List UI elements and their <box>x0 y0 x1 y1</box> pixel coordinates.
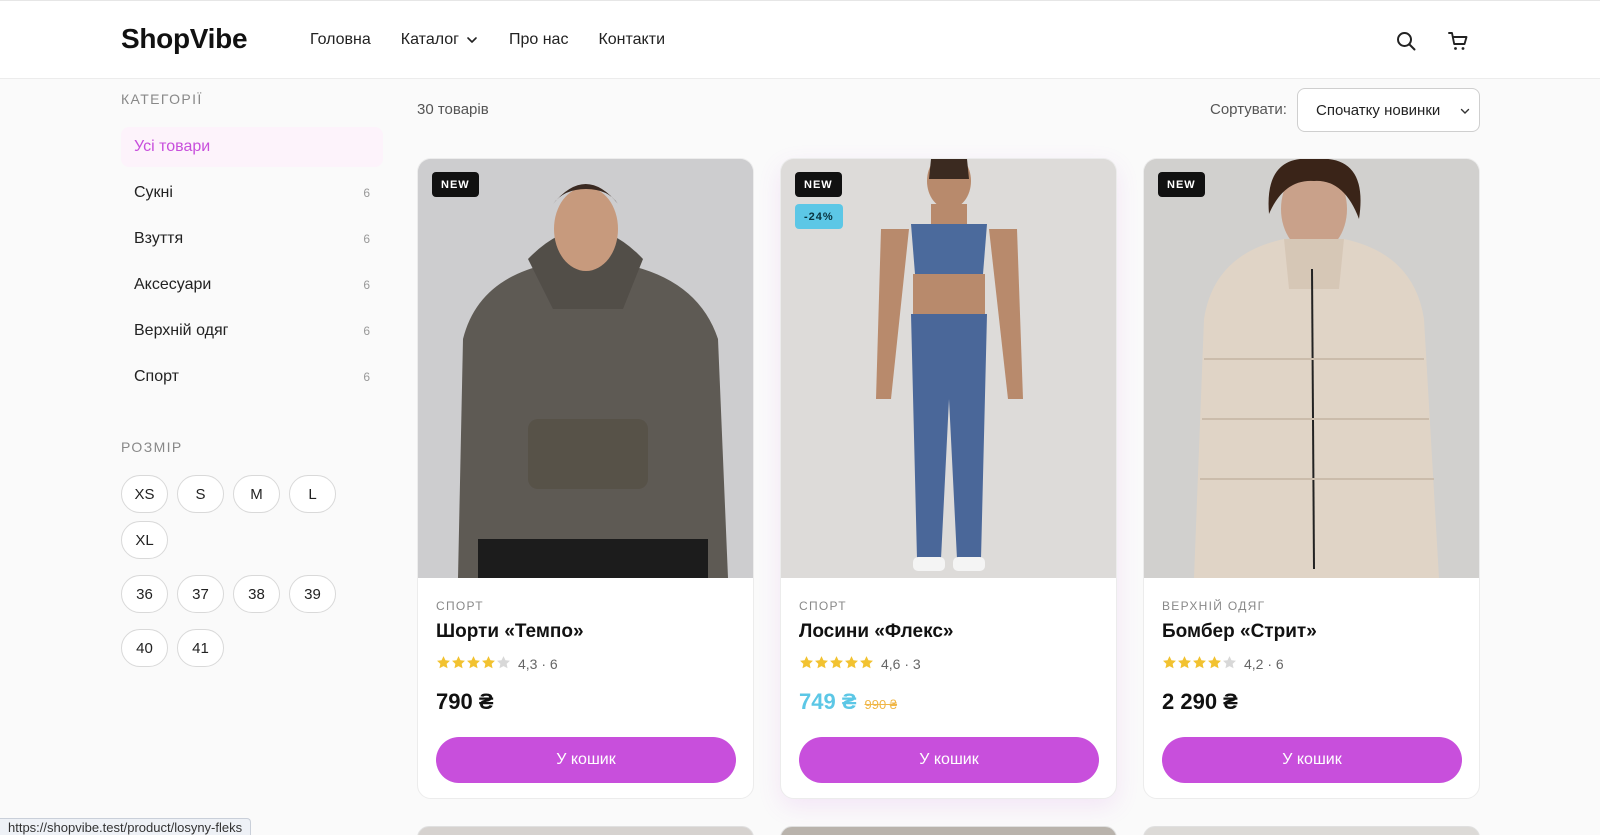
product-price: 749 ₴ 990 ₴ <box>799 689 897 715</box>
price-current: 749 ₴ <box>799 689 857 714</box>
product-price: 790 ₴ <box>436 689 494 715</box>
star-icon <box>467 656 480 669</box>
product-title[interactable]: Бомбер «Стрит» <box>1162 621 1317 643</box>
product-rating: 4,3 · 6 <box>436 655 558 673</box>
product-price: 2 290 ₴ <box>1162 689 1238 715</box>
star-icon <box>860 656 873 669</box>
add-to-cart-button[interactable]: У кошик <box>799 737 1099 783</box>
size-heading: РОЗМІР <box>121 439 183 455</box>
chevron-down-icon <box>1460 108 1470 114</box>
star-icon <box>437 656 450 669</box>
star-icon <box>830 656 843 669</box>
site-logo[interactable]: ShopVibe <box>121 23 248 55</box>
product-image[interactable]: NEW <box>1144 159 1479 578</box>
size-chip[interactable]: 36 <box>121 575 168 613</box>
main-nav: Головна Каталог Про нас Контакти <box>310 31 665 49</box>
product-card[interactable]: NEW ВЕРХНІЙ ОДЯГ Бомбер «Стрит» 4,2 · 6 … <box>1143 158 1480 799</box>
search-icon <box>1397 32 1416 51</box>
price-old: 990 ₴ <box>864 697 898 712</box>
new-badge: NEW <box>1158 172 1205 197</box>
nav-about[interactable]: Про нас <box>509 31 568 49</box>
product-card-partial[interactable] <box>780 826 1117 835</box>
category-list: Усі товари Сукні 6 Взуття 6 Аксесуари 6 … <box>121 127 383 403</box>
size-chip[interactable]: 40 <box>121 629 168 667</box>
product-category: СПОРТ <box>799 599 847 613</box>
size-chip[interactable]: M <box>233 475 280 513</box>
product-title[interactable]: Лосини «Флекс» <box>799 621 953 643</box>
sort-value: Спочатку новинки <box>1316 101 1441 119</box>
rating-stars <box>1162 655 1237 673</box>
jacket-illustration <box>1144 159 1479 578</box>
star-icon <box>497 656 510 669</box>
size-chip[interactable]: XS <box>121 475 168 513</box>
product-image[interactable]: NEW -24% <box>781 159 1116 578</box>
size-chip[interactable]: S <box>177 475 224 513</box>
category-all[interactable]: Усі товари <box>121 127 383 167</box>
size-chip[interactable]: 41 <box>177 629 224 667</box>
star-icon <box>815 656 828 669</box>
cart-button[interactable] <box>1446 29 1470 53</box>
category-count: 6 <box>363 370 370 384</box>
size-chip[interactable]: XL <box>121 521 168 559</box>
star-icon <box>1223 656 1236 669</box>
category-dresses[interactable]: Сукні 6 <box>121 173 383 213</box>
star-icon <box>1163 656 1176 669</box>
rating-text: 4,3 · 6 <box>518 656 558 672</box>
category-shoes[interactable]: Взуття 6 <box>121 219 383 259</box>
cart-icon <box>1448 32 1468 50</box>
status-bar-url: https://shopvibe.test/product/losyny-fle… <box>0 818 252 835</box>
new-badge: NEW <box>795 172 842 197</box>
nav-home[interactable]: Головна <box>310 31 371 49</box>
category-sport[interactable]: Спорт 6 <box>121 357 383 397</box>
star-icon <box>845 656 858 669</box>
category-count: 6 <box>363 278 370 292</box>
discount-badge: -24% <box>795 204 843 229</box>
product-title[interactable]: Шорти «Темпо» <box>436 621 584 643</box>
add-to-cart-button[interactable]: У кошик <box>436 737 736 783</box>
site-header: ShopVibe Головна Каталог Про нас Контакт… <box>0 0 1600 79</box>
product-rating: 4,2 · 6 <box>1162 655 1284 673</box>
product-card[interactable]: NEW -24% СПОРТ Лосини «Флекс» 4,6 · 3 74… <box>780 158 1117 799</box>
sort-select[interactable]: Спочатку новинки <box>1297 88 1480 132</box>
category-count: 6 <box>363 232 370 246</box>
star-icon <box>800 656 813 669</box>
category-outerwear[interactable]: Верхній одяг 6 <box>121 311 383 351</box>
size-chip[interactable]: 37 <box>177 575 224 613</box>
product-card[interactable]: NEW СПОРТ Шорти «Темпо» 4,3 · 6 790 ₴ У … <box>417 158 754 799</box>
product-category: ВЕРХНІЙ ОДЯГ <box>1162 599 1266 613</box>
rating-stars <box>799 655 874 673</box>
hoodie-illustration <box>418 159 753 578</box>
size-chip[interactable]: 38 <box>233 575 280 613</box>
size-chip[interactable]: 39 <box>289 575 336 613</box>
size-filter: XS S M L XL 36 37 38 39 40 41 <box>121 475 383 667</box>
category-accessories[interactable]: Аксесуари 6 <box>121 265 383 305</box>
product-category: СПОРТ <box>436 599 484 613</box>
results-count: 30 товарів <box>417 101 489 118</box>
category-count: 6 <box>363 186 370 200</box>
price-current: 790 ₴ <box>436 689 494 714</box>
nav-catalog[interactable]: Каталог <box>401 31 479 49</box>
product-rating: 4,6 · 3 <box>799 655 921 673</box>
size-chip[interactable]: L <box>289 475 336 513</box>
search-button[interactable] <box>1394 29 1418 53</box>
star-icon <box>1193 656 1206 669</box>
categories-heading: КАТЕГОРІЇ <box>121 91 203 107</box>
star-icon <box>452 656 465 669</box>
add-to-cart-button[interactable]: У кошик <box>1162 737 1462 783</box>
price-current: 2 290 ₴ <box>1162 689 1238 714</box>
nav-contacts[interactable]: Контакти <box>598 31 665 49</box>
rating-stars <box>436 655 511 673</box>
rating-text: 4,2 · 6 <box>1244 656 1284 672</box>
star-icon <box>1178 656 1191 669</box>
product-card-partial[interactable] <box>417 826 754 835</box>
product-image[interactable]: NEW <box>418 159 753 578</box>
product-card-partial[interactable] <box>1143 826 1480 835</box>
star-icon <box>482 656 495 669</box>
chevron-down-icon <box>467 37 477 43</box>
sort-label: Сортувати: <box>1210 101 1287 118</box>
rating-text: 4,6 · 3 <box>881 656 921 672</box>
new-badge: NEW <box>432 172 479 197</box>
category-count: 6 <box>363 324 370 338</box>
star-icon <box>1208 656 1221 669</box>
